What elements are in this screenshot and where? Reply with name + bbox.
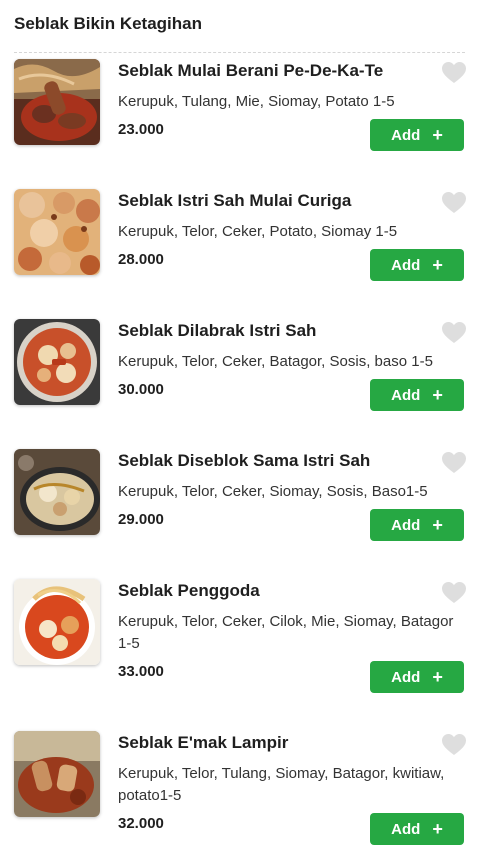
- add-button-label: Add: [391, 820, 421, 838]
- plus-icon: +: [432, 255, 443, 275]
- menu-item-name: Seblak Penggoda: [118, 581, 260, 600]
- add-button[interactable]: Add +: [370, 509, 464, 541]
- favorite-heart-icon[interactable]: [441, 581, 467, 605]
- menu-item-name: Seblak Mulai Berani Pe-De-Ka-Te: [118, 61, 384, 80]
- plus-icon: +: [432, 819, 443, 839]
- plus-icon: +: [432, 385, 443, 405]
- menu-item-photo: [14, 731, 100, 817]
- menu-item-description: Kerupuk, Telor, Ceker, Batagor, Sosis, b…: [118, 353, 433, 370]
- menu-item-name: Seblak E'mak Lampir: [118, 733, 289, 752]
- add-button[interactable]: Add +: [370, 813, 464, 845]
- menu-item-price: 30.000: [118, 381, 164, 398]
- menu-item-photo: [14, 319, 100, 405]
- section-title: Seblak Bikin Ketagihan: [14, 14, 202, 33]
- menu-item-price: 29.000: [118, 511, 164, 528]
- add-button[interactable]: Add +: [370, 379, 464, 411]
- menu-item-photo: [14, 59, 100, 145]
- add-button[interactable]: Add +: [370, 119, 464, 151]
- favorite-heart-icon[interactable]: [441, 61, 467, 85]
- menu-item-photo: [14, 579, 100, 665]
- section-divider: [14, 52, 465, 53]
- add-button-label: Add: [391, 668, 421, 686]
- menu-item-photo: [14, 449, 100, 535]
- menu-item-price: 23.000: [118, 121, 164, 138]
- add-button-label: Add: [391, 126, 421, 144]
- menu-item-price: 32.000: [118, 815, 164, 832]
- add-button-label: Add: [391, 256, 421, 274]
- menu-item-name: Seblak Istri Sah Mulai Curiga: [118, 191, 352, 210]
- menu-item-price: 33.000: [118, 663, 164, 680]
- plus-icon: +: [432, 667, 443, 687]
- menu-item-description: Kerupuk, Tulang, Mie, Siomay, Potato 1-5: [118, 93, 395, 110]
- menu-item-name: Seblak Dilabrak Istri Sah: [118, 321, 317, 340]
- favorite-heart-icon[interactable]: [441, 191, 467, 215]
- menu-page: Seblak Bikin Ketagihan Seblak Mulai Bera…: [0, 0, 481, 859]
- menu-item-photo: [14, 189, 100, 275]
- menu-item-description: Kerupuk, Telor, Ceker, Siomay, Sosis, Ba…: [118, 483, 428, 500]
- add-button-label: Add: [391, 386, 421, 404]
- favorite-heart-icon[interactable]: [441, 321, 467, 345]
- menu-item-description: Kerupuk, Telor, Ceker, Cilok, Mie, Sioma…: [118, 613, 454, 652]
- menu-item-description: Kerupuk, Telor, Ceker, Potato, Siomay 1-…: [118, 223, 398, 240]
- menu-item-description: Kerupuk, Telor, Tulang, Siomay, Batagor,…: [118, 765, 445, 804]
- add-button-label: Add: [391, 516, 421, 534]
- favorite-heart-icon[interactable]: [441, 733, 467, 757]
- favorite-heart-icon[interactable]: [441, 451, 467, 475]
- menu-item-name: Seblak Diseblok Sama Istri Sah: [118, 451, 371, 470]
- plus-icon: +: [432, 125, 443, 145]
- plus-icon: +: [432, 515, 443, 535]
- menu-item-price: 28.000: [118, 251, 164, 268]
- add-button[interactable]: Add +: [370, 249, 464, 281]
- add-button[interactable]: Add +: [370, 661, 464, 693]
